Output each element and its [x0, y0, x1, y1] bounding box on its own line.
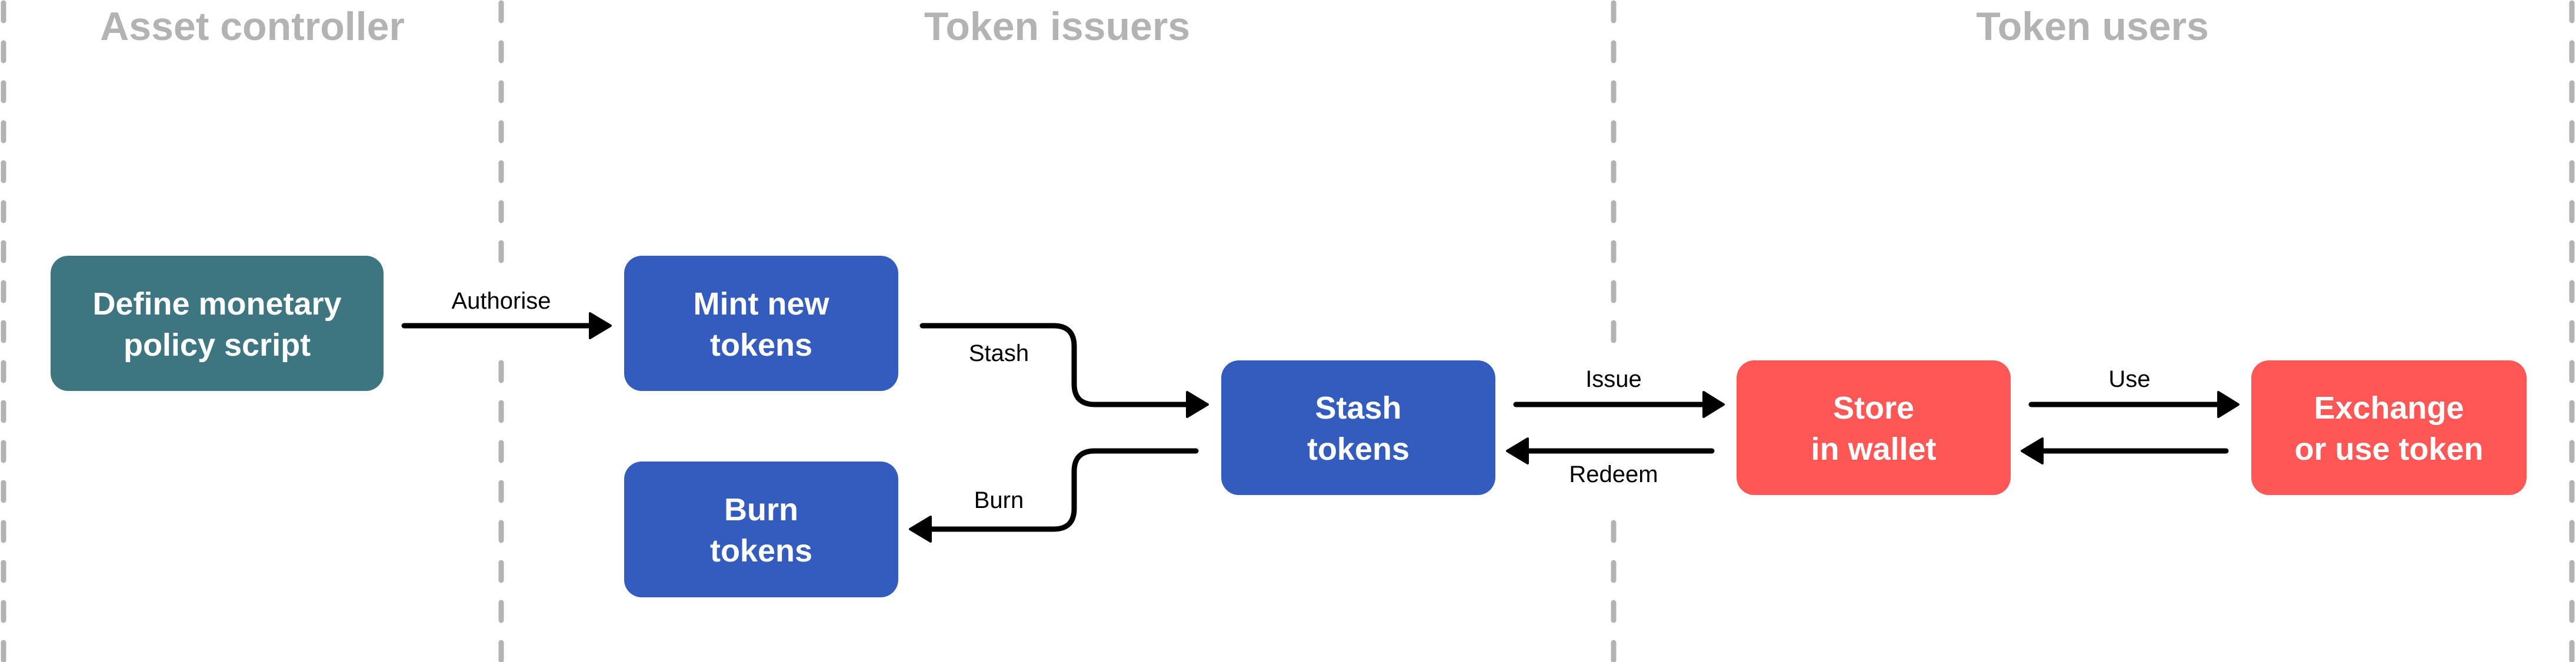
arrowhead-left-icon — [2021, 437, 2044, 464]
edge-stash: Stash — [919, 323, 1209, 418]
edge-label-authorise: Authorise — [452, 288, 551, 314]
node-label-line-1: Define monetary — [92, 286, 341, 322]
edge-label-burn: Burn — [974, 487, 1024, 513]
node-label-line-2: or use token — [2294, 432, 2483, 467]
edge-label-use: Use — [2108, 366, 2150, 392]
edge-line — [925, 448, 1199, 532]
node-box — [624, 256, 898, 391]
node-mint: Mint new tokens — [624, 256, 898, 391]
node-label-line-1: Burn — [724, 492, 798, 527]
node-label-line-2: tokens — [710, 533, 812, 569]
lane-title-asset-controller: Asset controller — [100, 4, 405, 49]
node-label-line-2: tokens — [1307, 432, 1409, 467]
node-exchange: Exchange or use token — [2251, 360, 2527, 495]
arrowhead-left-icon — [1506, 437, 1529, 464]
node-box — [2251, 360, 2527, 495]
node-label-line-2: in wallet — [1811, 432, 1936, 467]
node-label-line-2: policy script — [124, 327, 311, 363]
edge-return — [2021, 437, 2229, 464]
node-label-line-1: Exchange — [2314, 390, 2464, 426]
node-stash: Stash tokens — [1221, 360, 1495, 495]
edge-burn: Burn — [909, 448, 1199, 543]
token-lifecycle-diagram: Asset controller Token issuers Token use… — [1, 0, 2575, 662]
node-label-line-1: Mint new — [694, 286, 830, 322]
node-label-line-2: tokens — [710, 327, 812, 363]
edge-label-redeem: Redeem — [1569, 462, 1658, 487]
lane-title-token-issuers: Token issuers — [924, 4, 1190, 49]
edge-label-stash: Stash — [969, 340, 1029, 366]
node-box — [51, 256, 384, 391]
edge-use: Use — [2028, 366, 2240, 418]
node-box — [1221, 360, 1495, 495]
lane-title-token-users: Token users — [1976, 4, 2209, 49]
edge-label-issue: Issue — [1585, 366, 1642, 392]
arrowhead-right-icon — [589, 312, 612, 339]
node-label-line-1: Store — [1833, 390, 1914, 426]
node-box — [624, 462, 898, 597]
arrowhead-left-icon — [909, 516, 932, 543]
node-store: Store in wallet — [1737, 360, 2011, 495]
arrowhead-right-icon — [2217, 391, 2240, 418]
edge-line — [919, 323, 1192, 407]
node-label-line-1: Stash — [1315, 390, 1401, 426]
node-burn: Burn tokens — [624, 462, 898, 597]
node-define-policy: Define monetary policy script — [51, 256, 384, 391]
arrowhead-right-icon — [1702, 391, 1725, 418]
node-box — [1737, 360, 2011, 495]
arrowhead-right-icon — [1186, 391, 1209, 418]
